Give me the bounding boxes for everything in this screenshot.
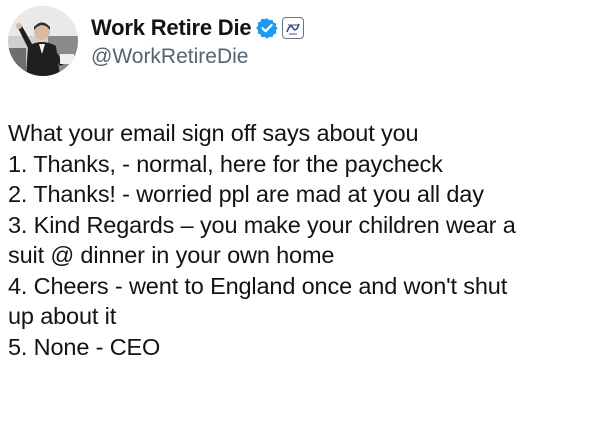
tweet: Work Retire Die @WorkRetireDie What your… bbox=[0, 0, 600, 430]
author-info: Work Retire Die @WorkRetireDie bbox=[91, 13, 305, 69]
avatar[interactable] bbox=[8, 6, 78, 76]
name-row: Work Retire Die bbox=[91, 13, 305, 43]
tweet-line: up about it bbox=[8, 303, 117, 329]
avatar-image bbox=[8, 6, 78, 76]
display-name[interactable]: Work Retire Die bbox=[91, 15, 252, 41]
tweet-header: Work Retire Die @WorkRetireDie bbox=[8, 6, 305, 76]
user-handle[interactable]: @WorkRetireDie bbox=[91, 45, 304, 69]
tweet-text: What your email sign off says about you … bbox=[8, 118, 594, 362]
tweet-line: 1. Thanks, - normal, here for the payche… bbox=[8, 150, 443, 177]
tweet-line: 5. None - CEO bbox=[8, 333, 161, 360]
verified-badge-icon bbox=[256, 18, 279, 39]
affiliate-badge-icon[interactable] bbox=[282, 17, 305, 39]
tweet-line: What your email sign off says about you bbox=[8, 120, 419, 146]
tweet-line: 3. Kind Regards – you make your children… bbox=[8, 211, 516, 238]
tweet-line: suit @ dinner in your own home bbox=[8, 242, 335, 268]
affiliate-logo-icon bbox=[286, 23, 301, 35]
tweet-line: 2. Thanks! - worried ppl are mad at you … bbox=[8, 181, 484, 207]
tweet-line: 4. Cheers - went to England once and won… bbox=[8, 272, 508, 299]
